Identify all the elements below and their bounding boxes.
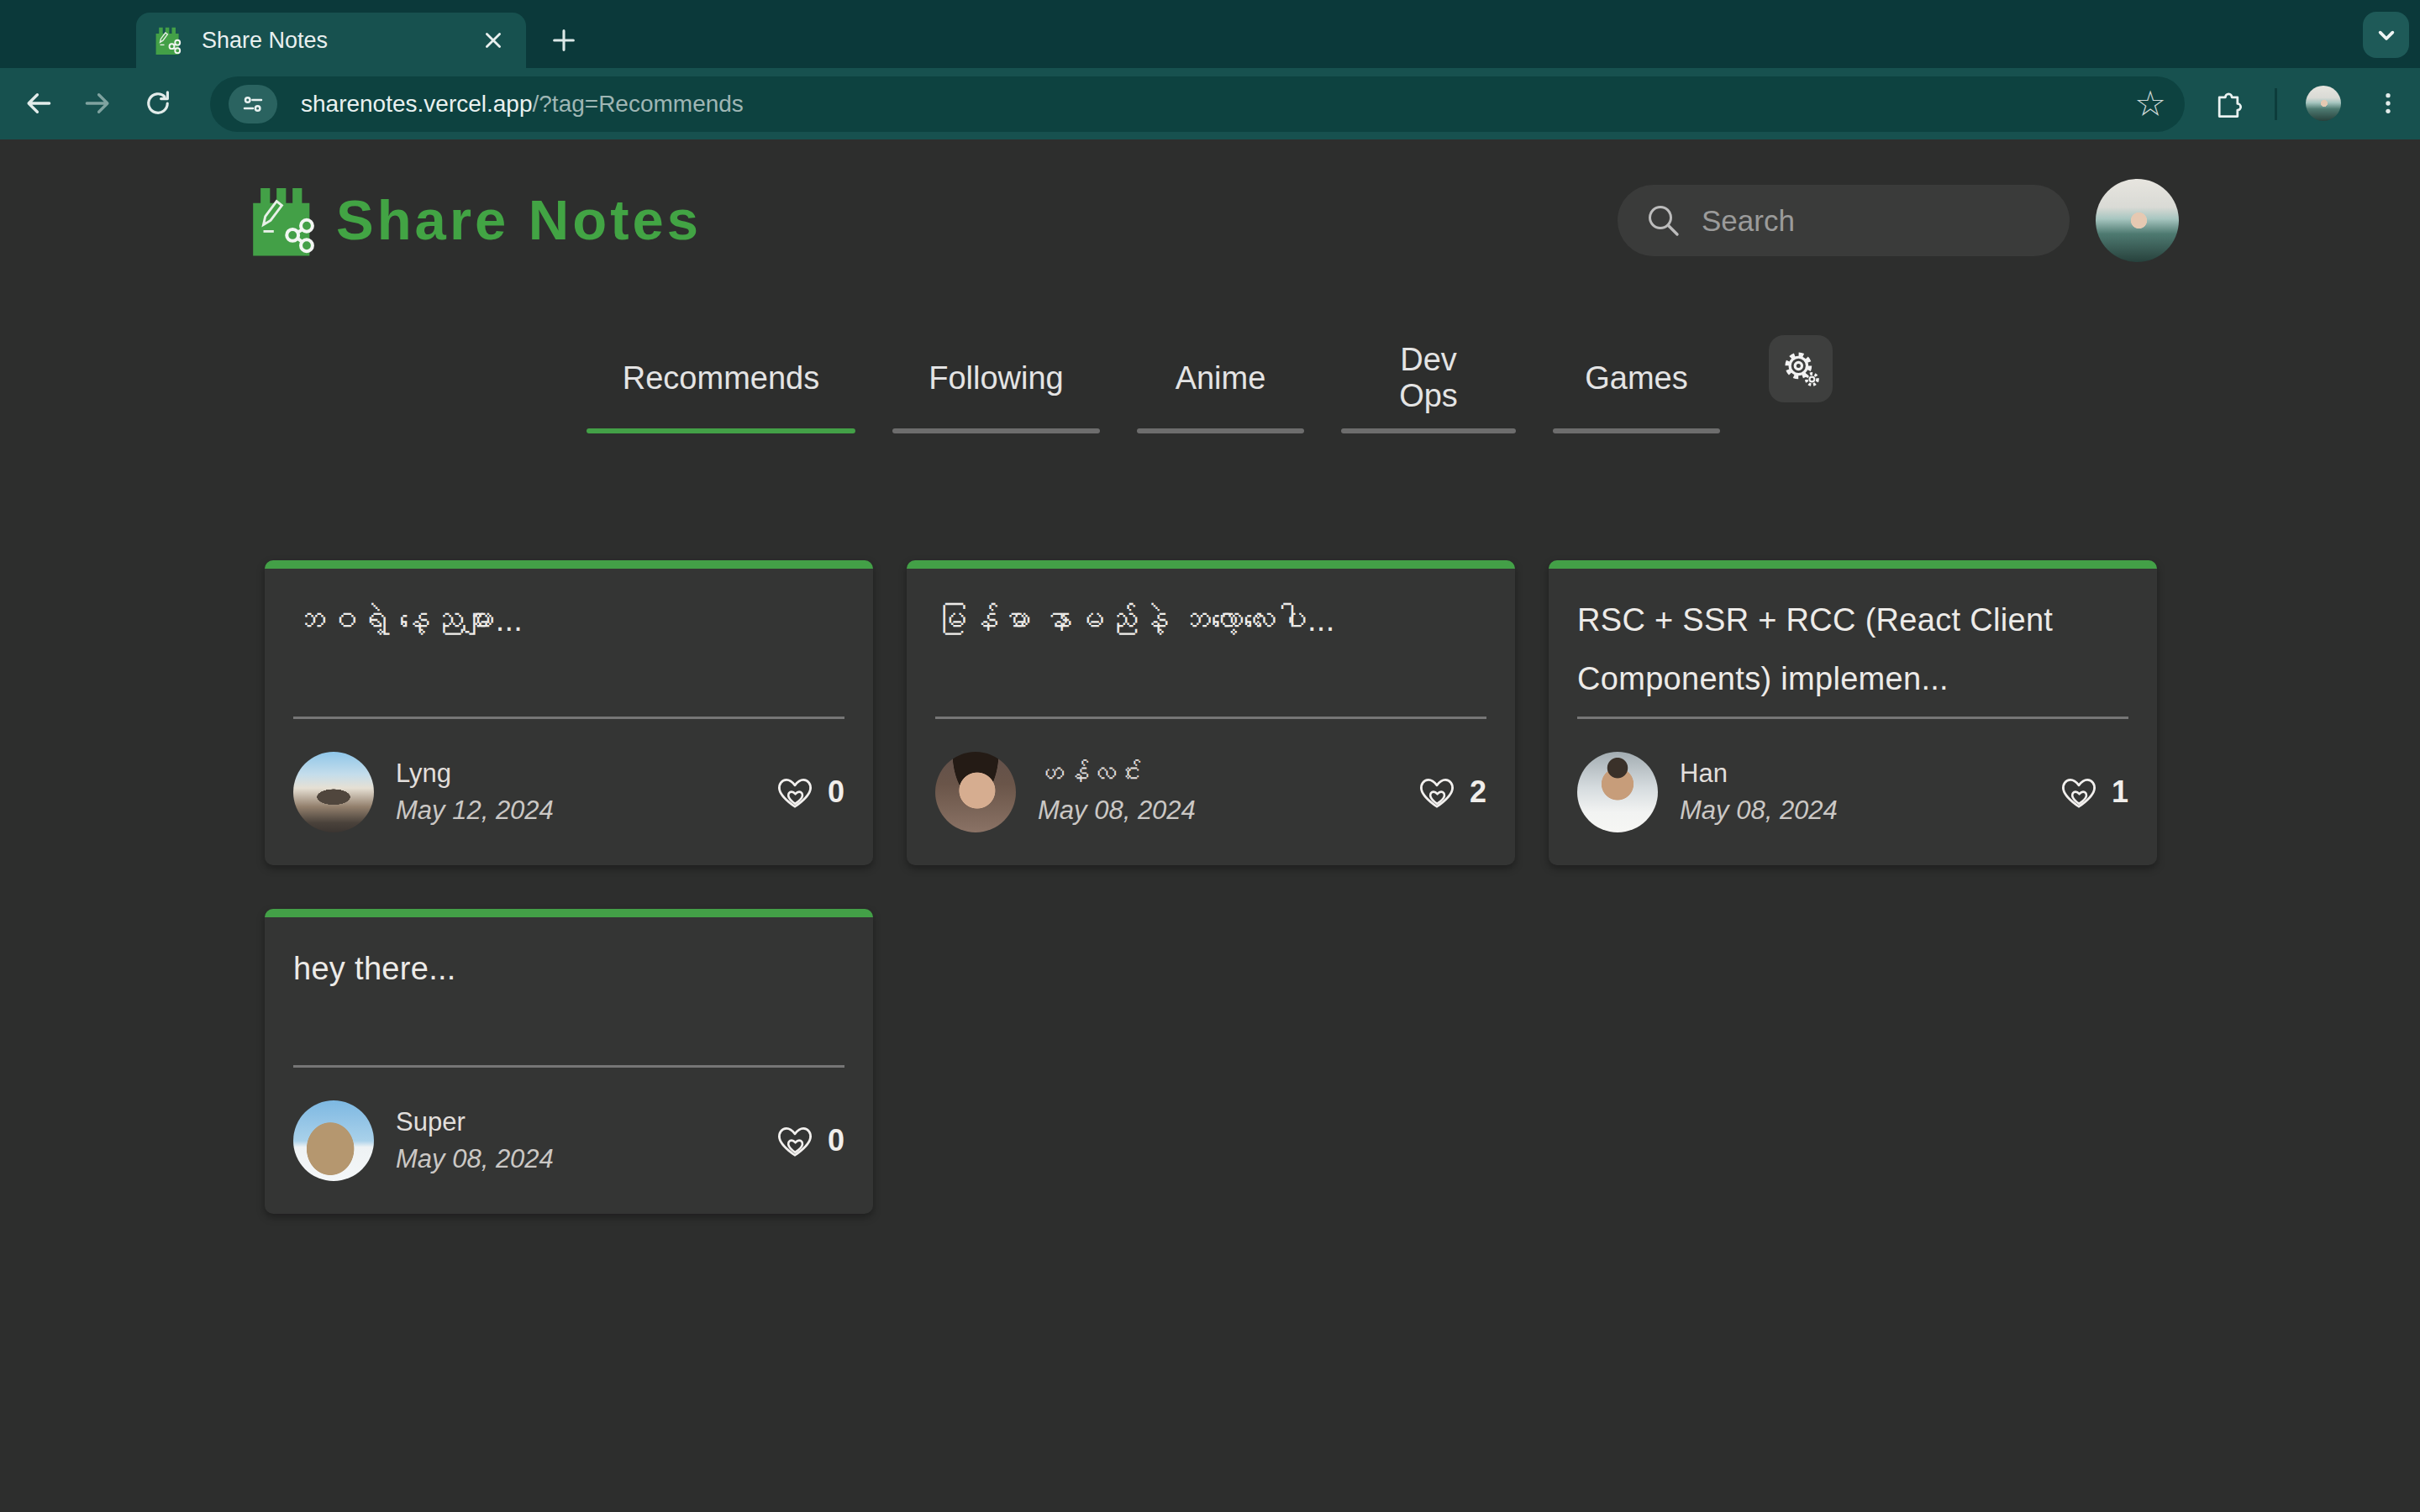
author-avatar[interactable] — [293, 752, 374, 832]
like-count: 0 — [828, 1123, 844, 1158]
tag-nav: Recommends Following Anime Dev Ops Games — [587, 334, 1720, 433]
tab-close-icon[interactable] — [477, 24, 509, 56]
new-tab-button[interactable] — [541, 18, 587, 63]
url-path: /?tag=Recommends — [533, 91, 744, 118]
like-button[interactable]: 1 — [2060, 774, 2128, 811]
search-input[interactable]: Search — [1618, 185, 2070, 256]
extensions-icon[interactable] — [2203, 78, 2254, 129]
heart-icon — [776, 1123, 814, 1159]
author-avatar[interactable] — [293, 1100, 374, 1181]
author-name: Super — [396, 1107, 554, 1137]
note-date: May 08, 2024 — [1038, 795, 1196, 826]
browser-tab[interactable]: Share Notes — [136, 13, 526, 68]
page-title: Share Notes — [336, 180, 702, 259]
note-date: May 12, 2024 — [396, 795, 554, 826]
like-count: 2 — [1470, 774, 1486, 810]
author-avatar[interactable] — [935, 752, 1016, 832]
tab-recommends[interactable]: Recommends — [587, 334, 855, 433]
notes-grid: ဘဝရဲ့ နေ့ညများ... Lyng May 12, 2024 0 — [265, 560, 2157, 1214]
author-name: Lyng — [396, 759, 554, 789]
search-icon — [1644, 202, 1683, 240]
user-avatar[interactable] — [2096, 179, 2179, 262]
reload-button[interactable] — [133, 78, 183, 129]
active-underline — [587, 428, 855, 433]
author-name: Han — [1680, 759, 1838, 789]
tab-search-button[interactable] — [2363, 12, 2409, 58]
share-notes-favicon — [153, 24, 183, 57]
note-title: ဘဝရဲ့ နေ့ညများ... — [293, 591, 844, 649]
note-card[interactable]: RSC + SSR + RCC (React Client Components… — [1549, 560, 2157, 865]
note-date: May 08, 2024 — [1680, 795, 1838, 826]
heart-icon — [2060, 774, 2098, 811]
like-button[interactable]: 2 — [1418, 774, 1486, 811]
note-title: RSC + SSR + RCC (React Client Components… — [1577, 591, 2128, 709]
tab-games[interactable]: Games — [1553, 334, 1720, 433]
note-title: hey there... — [293, 939, 844, 998]
note-date: May 08, 2024 — [396, 1144, 554, 1174]
settings-button[interactable] — [1769, 335, 1833, 402]
browser-menu-icon[interactable] — [2363, 78, 2413, 129]
toolbar-separator — [2275, 88, 2277, 120]
like-count: 1 — [2112, 774, 2128, 810]
tab-following[interactable]: Following — [892, 334, 1100, 433]
browser-tab-strip: Share Notes — [0, 0, 2420, 68]
author-name: ဟန်လင်း — [1038, 759, 1196, 789]
like-count: 0 — [828, 774, 844, 810]
back-button[interactable] — [13, 78, 64, 129]
url-host: sharenotes.vercel.app — [301, 91, 533, 118]
heart-icon — [776, 774, 814, 811]
forward-button[interactable] — [72, 78, 123, 129]
note-card[interactable]: ဘဝရဲ့ နေ့ညများ... Lyng May 12, 2024 0 — [265, 560, 873, 865]
browser-toolbar: sharenotes.vercel.app/?tag=Recommends ☆ — [0, 68, 2420, 139]
gear-icon — [1780, 348, 1822, 390]
like-button[interactable]: 0 — [776, 774, 844, 811]
share-notes-page: Share Notes Search Recommends Following … — [0, 139, 2420, 1512]
heart-icon — [1418, 774, 1456, 811]
share-notes-logo[interactable] — [241, 181, 325, 260]
note-card[interactable]: hey there... Super May 08, 2024 0 — [265, 909, 873, 1214]
bookmark-star-icon[interactable]: ☆ — [2134, 87, 2166, 122]
tab-title: Share Notes — [202, 28, 477, 54]
note-title: မြန်မာ နာမည်နဲ့ ဘလော့လေးပါ... — [935, 591, 1486, 649]
author-avatar[interactable] — [1577, 752, 1658, 832]
browser-profile-avatar[interactable] — [2306, 86, 2341, 121]
tab-dev-ops[interactable]: Dev Ops — [1341, 334, 1516, 433]
like-button[interactable]: 0 — [776, 1123, 844, 1159]
search-placeholder: Search — [1702, 204, 1795, 238]
address-bar[interactable]: sharenotes.vercel.app/?tag=Recommends ☆ — [210, 76, 2185, 132]
note-card[interactable]: မြန်မာ နာမည်နဲ့ ဘလော့လေးပါ... ဟန်လင်း Ma… — [907, 560, 1515, 865]
site-info-icon[interactable] — [229, 85, 277, 123]
tab-anime[interactable]: Anime — [1137, 334, 1304, 433]
